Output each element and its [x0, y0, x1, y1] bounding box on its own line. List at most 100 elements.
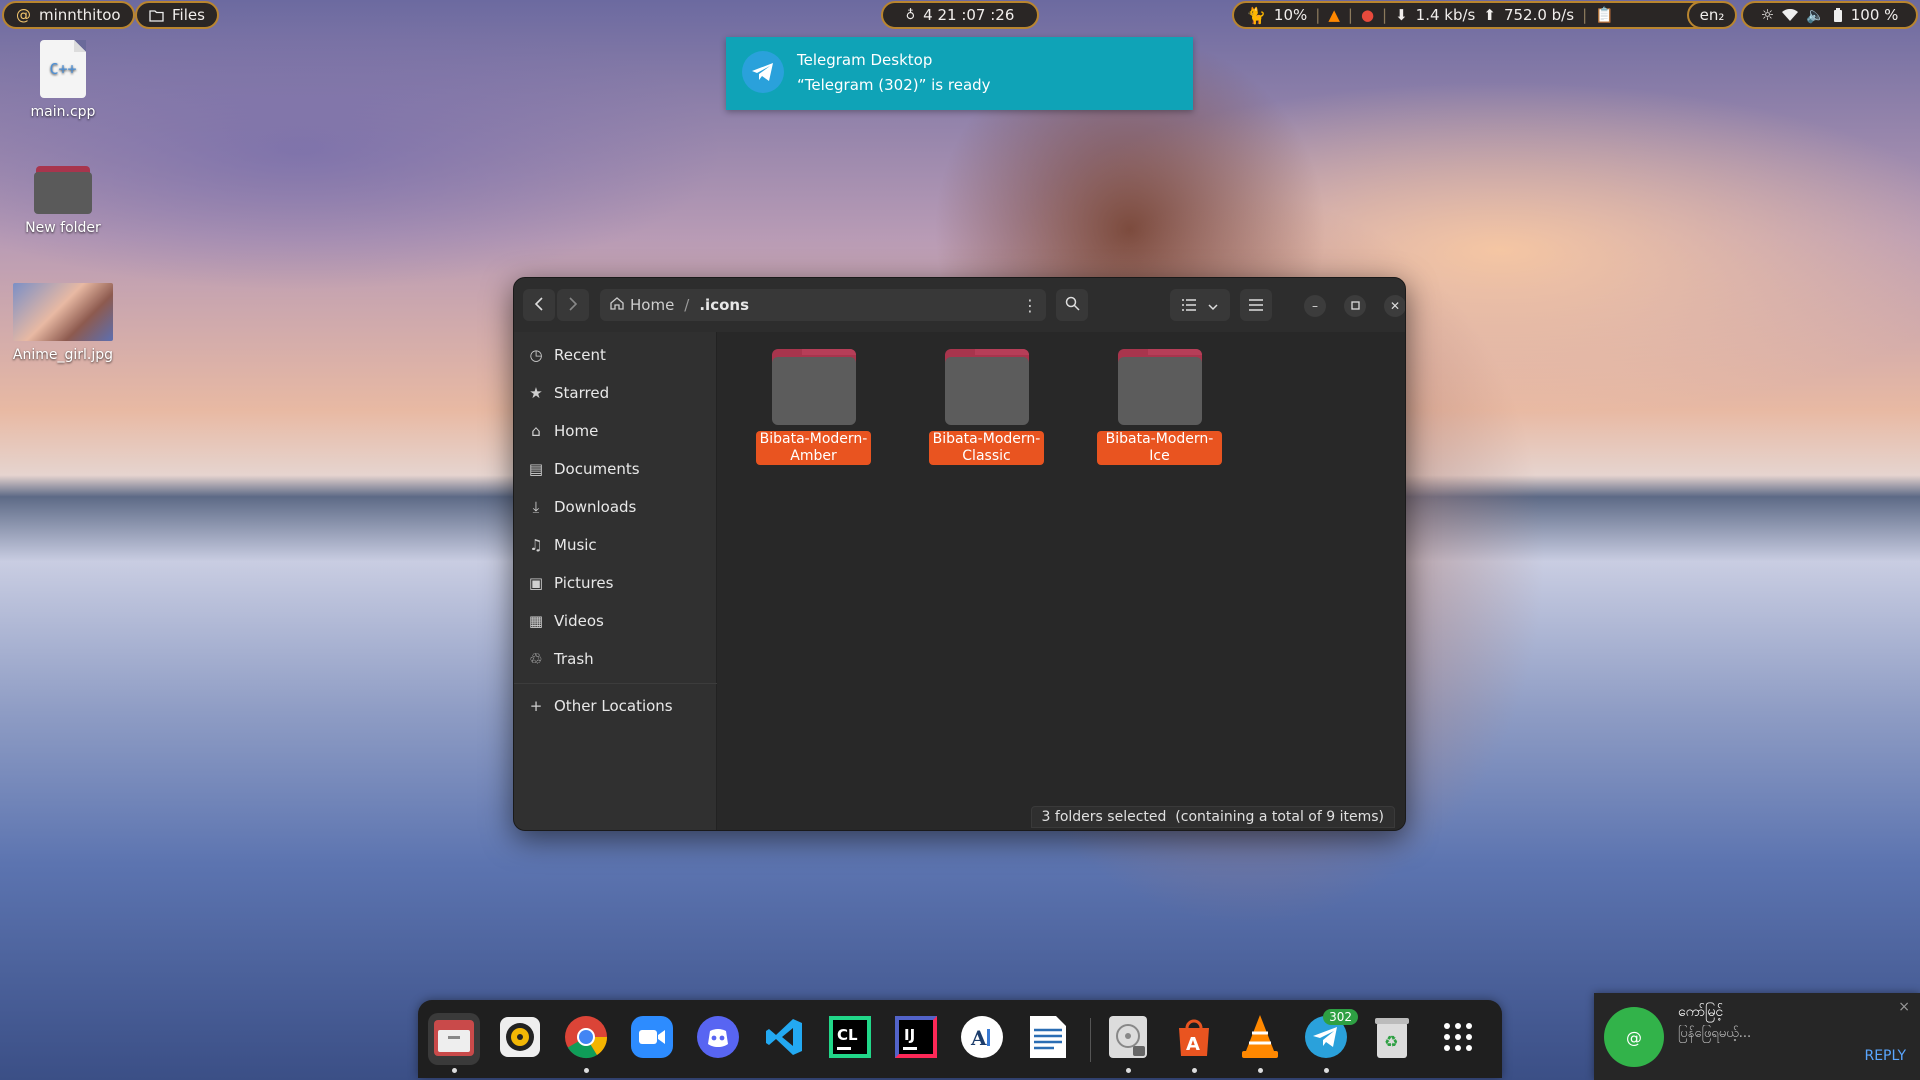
dock-app-chrome[interactable]: [560, 1013, 612, 1073]
svg-text:IJ: IJ: [904, 1026, 915, 1044]
app-center-icon: A: [1173, 1016, 1215, 1062]
breadcrumb-home[interactable]: Home: [600, 296, 674, 314]
sidebar-item-label: Music: [554, 536, 597, 554]
sidebar-item-starred[interactable]: ★ Starred: [514, 378, 717, 408]
close-icon[interactable]: ×: [1898, 999, 1910, 1015]
search-icon: [1065, 296, 1080, 315]
main-menu-button[interactable]: [1240, 289, 1272, 321]
breadcrumb-current[interactable]: .icons: [699, 296, 749, 314]
dock-app-trash[interactable]: ♻: [1366, 1013, 1418, 1065]
image-thumbnail: [13, 283, 113, 341]
dock-app-intellij[interactable]: IJ: [890, 1013, 942, 1065]
desktop-folder-new-folder[interactable]: New folder: [8, 160, 118, 236]
user-menu[interactable]: @ minnthitoo: [2, 1, 135, 29]
dock-app-disks[interactable]: [1102, 1013, 1154, 1073]
sidebar-item-home[interactable]: ⌂ Home: [514, 416, 717, 446]
chrome-tray-icon[interactable]: ●: [1361, 6, 1374, 24]
sidebar-item-documents[interactable]: ▤ Documents: [514, 454, 717, 484]
separator: |: [1347, 6, 1353, 24]
vlc-tray-icon[interactable]: ▲: [1328, 6, 1340, 24]
chevron-down-icon: [1208, 296, 1218, 315]
system-menu[interactable]: ☼ 🔈 100 %: [1741, 1, 1918, 29]
folder-icon: [944, 349, 1029, 425]
grid-icon: [1443, 1022, 1473, 1056]
dock-app-typora[interactable]: A: [956, 1013, 1008, 1065]
sidebar-item-trash[interactable]: ♲ Trash: [514, 644, 717, 674]
desktop-item-label: New folder: [25, 220, 101, 236]
sidebar-item-music[interactable]: ♫ Music: [514, 530, 717, 560]
path-menu-button[interactable]: ⋮: [1014, 289, 1046, 321]
svg-text:♻: ♻: [1384, 1032, 1398, 1051]
avatar-glyph: @: [1626, 1027, 1642, 1047]
running-indicator: [1258, 1068, 1263, 1073]
files-icon: [434, 1018, 474, 1060]
sidebar-item-downloads[interactable]: ⤓ Downloads: [514, 492, 717, 522]
minimize-button[interactable]: –: [1304, 295, 1326, 317]
folder-item[interactable]: Bibata-Modern- Classic: [924, 349, 1049, 465]
telegram-notification[interactable]: Telegram Desktop “Telegram (302)” is rea…: [726, 37, 1193, 110]
avatar: @: [1604, 1007, 1664, 1067]
sidebar-item-pictures[interactable]: ▣ Pictures: [514, 568, 717, 598]
reply-button[interactable]: REPLY: [1864, 1048, 1906, 1064]
chevron-right-icon: [568, 296, 578, 315]
volume-icon: 🔈: [1806, 6, 1825, 24]
trash-icon: ♲: [529, 650, 543, 668]
telegram-icon: [742, 51, 784, 93]
dock-app-app-center[interactable]: A: [1168, 1013, 1220, 1073]
sidebar-divider: [514, 683, 717, 684]
maximize-button[interactable]: [1344, 295, 1366, 317]
writer-icon: [1030, 1016, 1066, 1062]
wifi-icon: [1782, 9, 1799, 21]
clipboard-icon[interactable]: 📋: [1595, 6, 1614, 24]
keyboard-layout-label: en₂: [1699, 6, 1725, 24]
minimize-icon: –: [1312, 299, 1318, 313]
clock[interactable]: ♁ 4 21 :07 :26: [881, 1, 1039, 29]
dock-app-files[interactable]: [428, 1013, 480, 1073]
dock-app-discord[interactable]: [692, 1013, 744, 1065]
sidebar-item-label: Recent: [554, 346, 606, 364]
keyboard-layout[interactable]: en₂: [1687, 1, 1737, 29]
path-bar[interactable]: Home / .icons: [600, 289, 1042, 321]
desktop-file-anime-girl[interactable]: Anime_girl.jpg: [8, 283, 118, 363]
folder-label-line: Bibata-Modern-: [759, 431, 868, 447]
clock-icon: ◷: [529, 346, 543, 364]
forward-button[interactable]: [557, 289, 589, 321]
dock-app-vlc[interactable]: [1234, 1013, 1286, 1073]
folder-label: Bibata-Modern- Amber: [755, 431, 872, 465]
dock-app-rhythmbox[interactable]: [494, 1013, 546, 1065]
svg-text:A: A: [1186, 1034, 1200, 1055]
sidebar-item-label: Other Locations: [554, 697, 673, 715]
sidebar-item-videos[interactable]: ▦ Videos: [514, 606, 717, 636]
message-notification[interactable]: @ ကော်မြင့် ပြန်ဖြေရမယ့်... REPLY ×: [1594, 993, 1920, 1080]
document-icon: ▤: [528, 460, 544, 478]
active-app-menu[interactable]: Files: [135, 1, 219, 29]
svg-text:CL: CL: [837, 1026, 858, 1044]
dock-app-writer[interactable]: [1022, 1013, 1074, 1065]
zoom-icon: [631, 1016, 673, 1062]
download-icon: ⤓: [532, 498, 540, 516]
folder-item[interactable]: Bibata-Modern- Amber: [751, 349, 876, 465]
dock-app-show-apps[interactable]: [1432, 1013, 1484, 1065]
vscode-icon: [764, 1017, 804, 1061]
maximize-icon: [1350, 299, 1360, 313]
dock-app-vscode[interactable]: [758, 1013, 810, 1065]
intellij-icon: IJ: [895, 1016, 937, 1062]
dock-app-clion[interactable]: CL: [824, 1013, 876, 1065]
runcat-icon[interactable]: 🐈: [1246, 6, 1266, 25]
dock-app-zoom[interactable]: [626, 1013, 678, 1065]
chevron-left-icon: [534, 296, 544, 315]
vertical-dots-icon: ⋮: [1022, 295, 1038, 315]
sidebar-item-other-locations[interactable]: + Other Locations: [514, 691, 717, 721]
unread-badge: 302: [1323, 1009, 1358, 1025]
back-button[interactable]: [523, 289, 555, 321]
view-toggle-button[interactable]: [1170, 289, 1230, 321]
search-button[interactable]: [1056, 289, 1088, 321]
sidebar-item-recent[interactable]: ◷ Recent: [514, 340, 717, 370]
desktop-file-main-cpp[interactable]: C++ main.cpp: [8, 40, 118, 120]
file-view[interactable]: Bibata-Modern- Amber Bibata-Modern- Clas…: [718, 332, 1405, 830]
folder-item[interactable]: Bibata-Modern-Ice: [1097, 349, 1222, 465]
close-button[interactable]: ✕: [1384, 295, 1405, 317]
dock-app-telegram[interactable]: 302: [1300, 1009, 1358, 1073]
folder-label-line: Classic: [962, 448, 1011, 464]
star-icon: ★: [529, 384, 543, 402]
